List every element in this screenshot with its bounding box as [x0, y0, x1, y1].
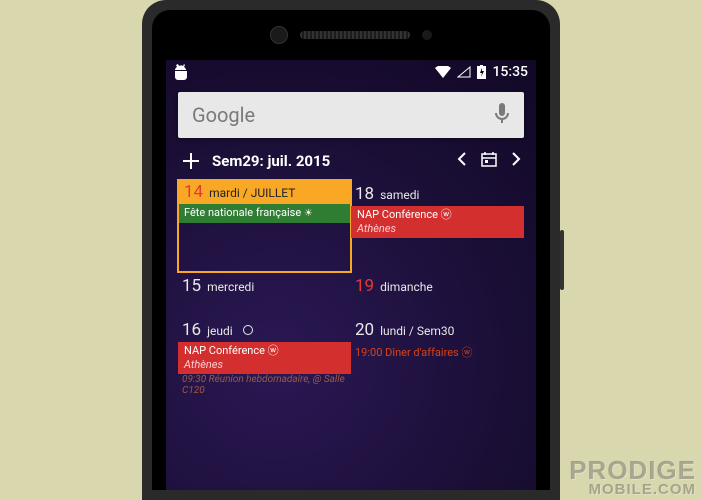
event-meeting[interactable]: 09:30 Réunion hebdomadaire, @ Salle C120 — [182, 374, 347, 396]
day-cell-16[interactable]: 16 jeudi NAP Conférence ⓦ Athènes 09:30 … — [178, 316, 351, 408]
day-number: 16 — [182, 320, 201, 340]
prev-button[interactable] — [456, 151, 468, 171]
event-title: NAP Conférence ⓦ — [357, 208, 452, 221]
event-location: Athènes — [184, 358, 345, 372]
event-holiday[interactable]: Fête nationale française ☀ — [178, 204, 351, 223]
day-header: 14 mardi / JUILLET — [178, 180, 351, 204]
day-name: dimanche — [380, 280, 433, 294]
day-name: samedi — [380, 188, 419, 202]
sun-icon: ☀ — [304, 208, 313, 219]
event-location: Athènes — [357, 222, 518, 236]
wifi-icon — [435, 66, 451, 78]
calendar-widget: Sem29: juil. 2015 — [178, 146, 524, 408]
day-cell-18[interactable]: 18 samedi NAP Conférence ⓦ Athènes — [351, 180, 524, 272]
day-header: 16 jeudi — [182, 318, 347, 342]
day-number: 19 — [355, 276, 374, 296]
android-debug-icon — [174, 64, 188, 80]
watermark-line1: PRODIGE — [569, 455, 696, 485]
power-button[interactable] — [560, 230, 564, 290]
day-name: jeudi — [207, 324, 233, 338]
day-cell-14[interactable]: 14 mardi / JUILLET Fête nationale frança… — [178, 180, 351, 272]
clock: 15:35 — [492, 64, 528, 80]
battery-charging-icon — [477, 65, 486, 79]
add-event-button[interactable] — [180, 150, 202, 172]
event-conference[interactable]: NAP Conférence ⓦ Athènes — [178, 342, 351, 374]
event-title: NAP Conférence ⓦ — [184, 344, 279, 357]
day-number: 14 — [184, 182, 203, 202]
day-header: 18 samedi — [355, 182, 520, 206]
next-button[interactable] — [510, 151, 522, 171]
search-placeholder: Google — [192, 103, 494, 127]
today-button[interactable] — [480, 150, 498, 172]
event-dinner[interactable]: 19:00 Dîner d'affaires ⓦ — [355, 342, 520, 362]
day-header: 19 dimanche — [355, 274, 520, 298]
day-cell-20[interactable]: 20 lundi / Sem30 19:00 Dîner d'affaires … — [351, 316, 524, 408]
event-conference[interactable]: NAP Conférence ⓦ Athènes — [351, 206, 524, 238]
front-camera — [270, 26, 288, 44]
day-name: mardi / JUILLET — [209, 186, 295, 200]
day-header: 20 lundi / Sem30 — [355, 318, 520, 342]
circle-icon — [243, 325, 253, 335]
day-cell-15[interactable]: 15 mercredi — [178, 272, 351, 316]
day-name: mercredi — [207, 280, 254, 294]
day-header: 15 mercredi — [182, 274, 347, 298]
mic-icon[interactable] — [494, 102, 510, 128]
day-number: 18 — [355, 184, 374, 204]
day-number: 15 — [182, 276, 201, 296]
widget-header: Sem29: juil. 2015 — [178, 146, 524, 180]
status-bar: 15:35 — [166, 60, 536, 84]
day-cell-19[interactable]: 19 dimanche — [351, 272, 524, 316]
event-title: Fête nationale française — [184, 206, 301, 219]
google-search-bar[interactable]: Google — [178, 92, 524, 138]
day-number: 20 — [355, 320, 374, 340]
calendar-grid: 14 mardi / JUILLET Fête nationale frança… — [178, 180, 524, 408]
speaker-area — [270, 26, 432, 44]
watermark-line2: MOBILE.COM — [569, 483, 696, 497]
earpiece-speaker — [300, 31, 410, 39]
screen: 15:35 Google Sem29: juil. 2015 — [166, 60, 536, 490]
watermark: PRODIGE MOBILE.COM — [569, 459, 696, 496]
day-name: lundi / Sem30 — [380, 324, 454, 338]
widget-title: Sem29: juil. 2015 — [212, 152, 446, 170]
proximity-sensor — [422, 30, 432, 40]
phone-frame: 15:35 Google Sem29: juil. 2015 — [142, 0, 560, 500]
cell-signal-icon — [457, 66, 471, 78]
phone-bezel: 15:35 Google Sem29: juil. 2015 — [152, 10, 550, 490]
